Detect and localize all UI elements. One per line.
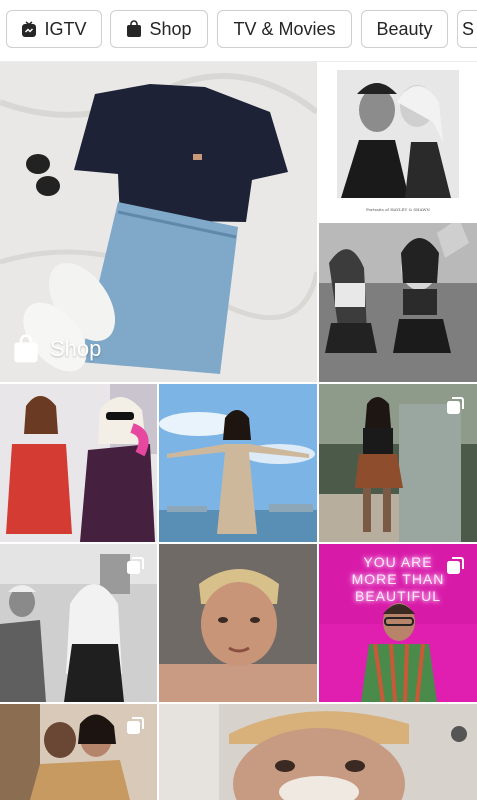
neon-sign-line-3: BEAUTIFUL bbox=[354, 588, 441, 604]
multiple-photos-icon bbox=[127, 557, 144, 574]
tab-next-label: S bbox=[462, 18, 475, 39]
party-scene-image bbox=[0, 384, 157, 542]
post-tile[interactable] bbox=[319, 384, 477, 542]
tab-igtv-label: IGTV bbox=[44, 18, 87, 39]
post-tile[interactable] bbox=[159, 544, 317, 702]
tab-igtv[interactable]: IGTV bbox=[6, 10, 102, 48]
multiple-photos-icon bbox=[127, 717, 144, 734]
multiple-photos-icon bbox=[447, 397, 464, 414]
shop-badge-label: Shop bbox=[50, 336, 102, 361]
close-up-face-image bbox=[159, 544, 317, 702]
post-tile[interactable]: YOU ARE MORE THAN BEAUTIFUL bbox=[319, 544, 477, 702]
tab-next[interactable]: S bbox=[457, 10, 477, 48]
category-tabs: IGTV Shop TV & Movies Beauty S bbox=[0, 0, 477, 62]
post-tile[interactable] bbox=[0, 704, 157, 800]
post-tile[interactable] bbox=[0, 384, 157, 542]
tab-tv-movies-label: TV & Movies bbox=[233, 18, 336, 39]
face-mask-selfie-image bbox=[159, 704, 477, 800]
post-tile[interactable]: Portraits of HAYLEY & SHAWN bbox=[319, 62, 477, 221]
shop-badge: Shop bbox=[12, 334, 101, 364]
igtv-icon bbox=[22, 20, 37, 37]
tab-shop[interactable]: Shop bbox=[110, 10, 208, 48]
shopping-bag-icon bbox=[14, 334, 38, 363]
featured-post-tile[interactable]: Shop bbox=[0, 62, 317, 382]
tab-beauty-label: Beauty bbox=[376, 18, 433, 39]
couple-portrait-image bbox=[319, 62, 477, 221]
post-tile[interactable] bbox=[0, 544, 157, 702]
tab-tv-movies[interactable]: TV & Movies bbox=[217, 10, 352, 48]
beach-pose-image bbox=[159, 384, 317, 542]
post-tile[interactable] bbox=[159, 384, 317, 542]
shopping-bag-icon bbox=[127, 20, 142, 37]
multiple-photos-icon bbox=[447, 557, 464, 574]
post-tile[interactable] bbox=[319, 223, 477, 382]
tab-beauty[interactable]: Beauty bbox=[361, 10, 448, 48]
photo-caption: Portraits of HAYLEY & SHAWN bbox=[366, 207, 430, 212]
post-tile[interactable] bbox=[159, 704, 477, 800]
cheerleaders-image bbox=[319, 223, 477, 382]
tab-shop-label: Shop bbox=[149, 18, 192, 39]
